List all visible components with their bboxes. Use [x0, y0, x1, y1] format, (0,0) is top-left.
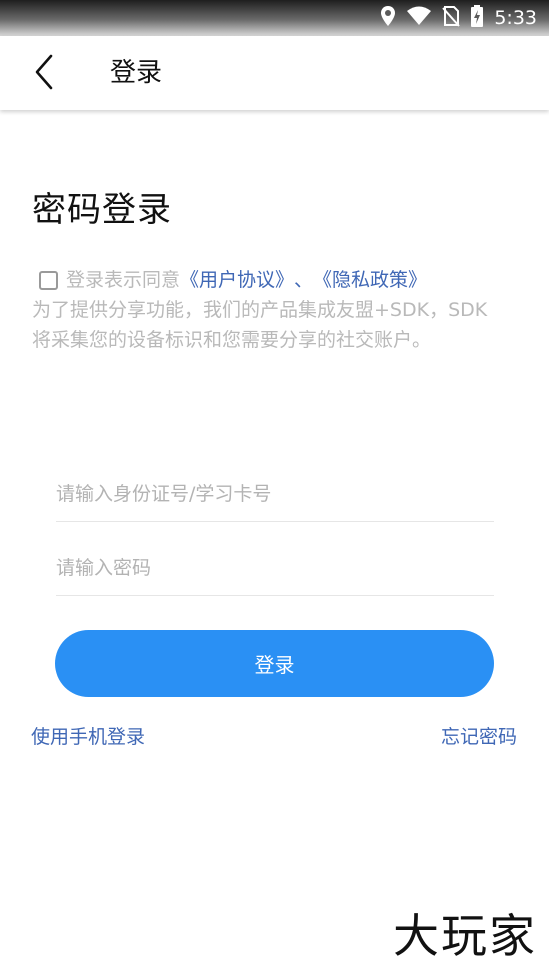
agreement-checkbox[interactable]	[39, 270, 58, 290]
location-icon	[380, 5, 396, 31]
sdk-notice: 为了提供分享功能，我们的产品集成友盟+SDK，SDK将采集您的设备标识和您需要分…	[32, 299, 488, 351]
no-sim-icon	[442, 5, 461, 31]
privacy-policy-link[interactable]: 《隐私政策》	[313, 265, 427, 295]
status-bar: 5:33	[0, 0, 549, 36]
id-card-input[interactable]	[56, 466, 494, 521]
battery-charging-icon	[470, 4, 484, 32]
agreement-separator: 、	[294, 269, 314, 291]
id-field-container	[56, 466, 494, 522]
password-input[interactable]	[56, 540, 494, 595]
password-field-container	[56, 540, 494, 596]
agreement-line: 登录表示同意 《用户协议》 、 《隐私政策》	[32, 265, 502, 295]
login-screen: 5:33 登录 密码登录 登录表示同意 《用户协议》 、 《隐私政策》 为了提供…	[0, 0, 549, 976]
app-bar: 登录	[0, 36, 549, 110]
agreement-prefix: 登录表示同意	[66, 269, 181, 291]
chevron-left-icon	[33, 54, 55, 94]
app-title: 登录	[110, 58, 163, 88]
login-button[interactable]: 登录	[55, 630, 494, 697]
page-title: 密码登录	[32, 190, 172, 230]
phone-login-link[interactable]: 使用手机登录	[31, 722, 145, 752]
status-icons: 5:33	[380, 4, 537, 32]
watermark-logo: 大玩家	[393, 909, 537, 963]
user-agreement-link[interactable]: 《用户协议》	[180, 265, 294, 295]
agreement-block: 登录表示同意 《用户协议》 、 《隐私政策》 为了提供分享功能，我们的产品集成友…	[32, 265, 502, 355]
status-time: 5:33	[494, 7, 537, 29]
forgot-password-link[interactable]: 忘记密码	[441, 722, 517, 752]
wifi-icon	[406, 6, 432, 30]
back-button[interactable]	[26, 54, 62, 94]
